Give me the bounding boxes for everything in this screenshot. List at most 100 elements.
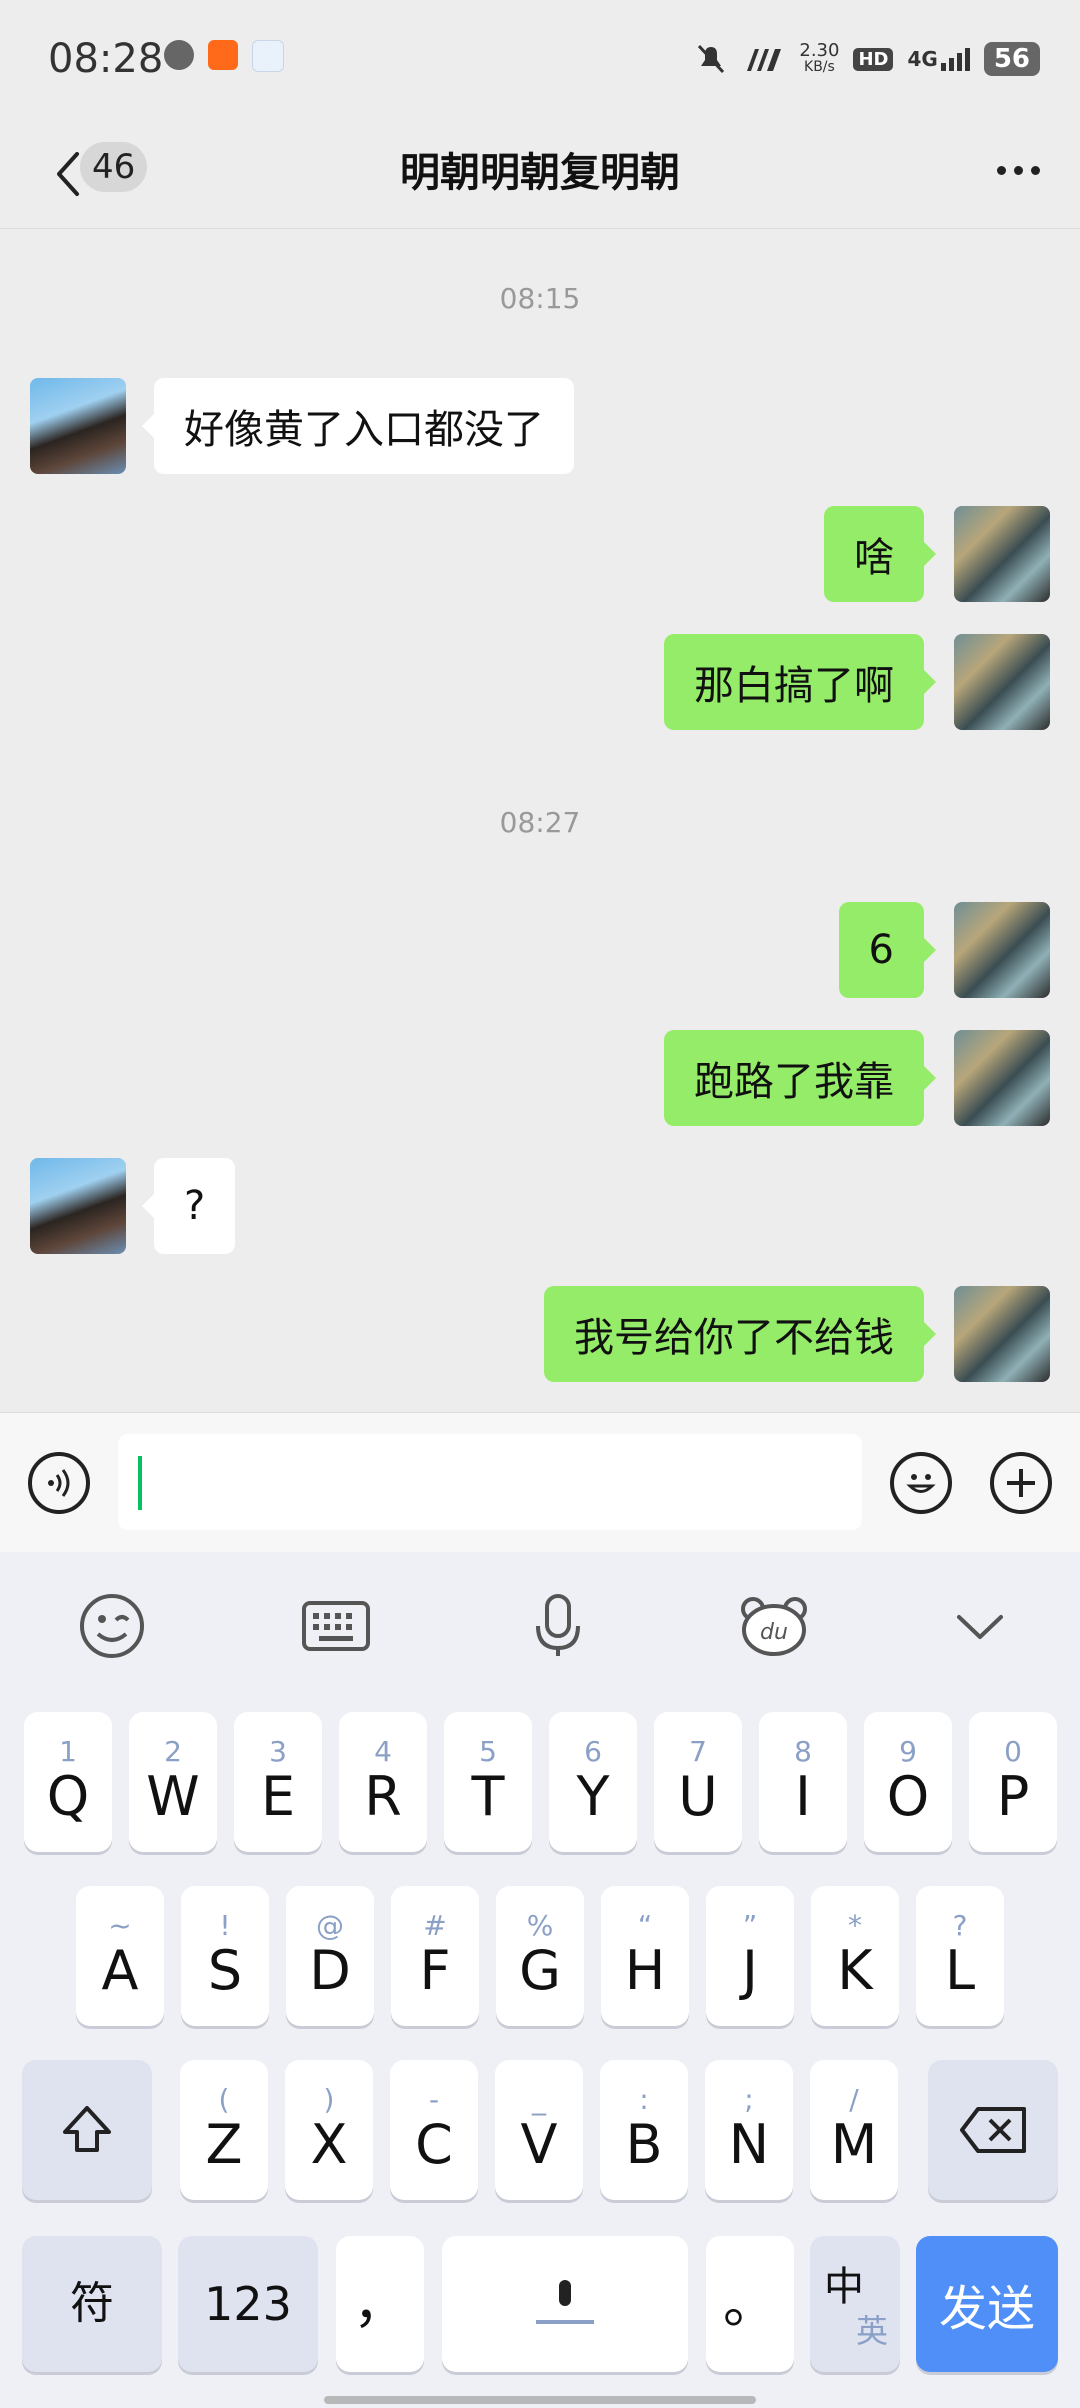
outgoing-message[interactable]: 啥 (824, 506, 936, 602)
shift-key[interactable] (22, 2060, 152, 2200)
dot-icon (1013, 165, 1023, 175)
lang-zh-label: 中 (824, 2264, 864, 2310)
key-secondary-label: % (526, 1909, 554, 1942)
dot-icon (1030, 165, 1040, 175)
key-label: M (830, 2113, 878, 2176)
dot-icon (996, 165, 1006, 175)
more-actions-button[interactable] (990, 1452, 1052, 1514)
outgoing-message[interactable]: 那白搞了啊 (664, 634, 936, 730)
key-h[interactable]: “H (601, 1886, 689, 2026)
numbers-key[interactable]: 123 (178, 2236, 318, 2372)
key-a[interactable]: ~ A (76, 1886, 164, 2026)
backspace-key[interactable] (928, 2060, 1058, 2200)
key-secondary-label: 7 (689, 1735, 707, 1768)
key-m[interactable]: / M (810, 2060, 898, 2200)
keyboard-layout-button[interactable] (296, 1586, 376, 1666)
key-d[interactable]: @ D (286, 1886, 374, 2026)
status-bar: 08:28 2.30 KB/s HD 4G 56 (0, 0, 1080, 120)
timestamp: 08:27 (499, 806, 581, 839)
key-secondary-label: _ (532, 2083, 546, 2116)
key-l[interactable]: ? L (916, 1886, 1004, 2026)
cellular-icon: 4G (907, 47, 970, 71)
key-q[interactable]: 1Q (24, 1712, 112, 1852)
key-v[interactable]: _ V (495, 2060, 583, 2200)
outgoing-message[interactable]: 我号给你了不给钱 (544, 1286, 936, 1382)
key-label: N (728, 2113, 770, 2176)
key-label: J (742, 1939, 758, 2002)
outgoing-message[interactable]: 跑路了我靠 (664, 1030, 936, 1126)
key-k[interactable]: * K (811, 1886, 899, 2026)
more-options-button[interactable] (988, 150, 1048, 190)
language-switch-key[interactable]: 中 英 (810, 2236, 900, 2372)
key-j[interactable]: ” J (706, 1886, 794, 2026)
key-y[interactable]: 6Y (549, 1712, 637, 1852)
key-label: Q (46, 1765, 90, 1828)
my-avatar[interactable] (954, 634, 1050, 730)
key-z[interactable]: (Z (180, 2060, 268, 2200)
key-e[interactable]: 3E (234, 1712, 322, 1852)
key-t[interactable]: 5T (444, 1712, 532, 1852)
my-avatar[interactable] (954, 506, 1050, 602)
collapse-keyboard-button[interactable] (940, 1586, 1020, 1666)
bird-app-icon (252, 40, 284, 72)
period-key[interactable]: 。 (706, 2236, 794, 2372)
chevron-down-icon (957, 1615, 1003, 1639)
space-key[interactable] (442, 2236, 688, 2372)
key-r[interactable]: 4R (339, 1712, 427, 1852)
key-secondary-label: ” (742, 1909, 758, 1942)
key-n[interactable]: ; N (705, 2060, 793, 2200)
key-s[interactable]: ! S (181, 1886, 269, 2026)
incoming-message[interactable]: 好像黄了入口都没了 (142, 378, 574, 474)
contact-avatar[interactable] (30, 378, 126, 474)
message-text-field[interactable] (118, 1434, 862, 1530)
my-avatar[interactable] (954, 1030, 1050, 1126)
my-avatar[interactable] (954, 902, 1050, 998)
send-key[interactable]: 发送 (916, 2236, 1058, 2372)
key-label: V (520, 2113, 558, 2176)
outgoing-message[interactable]: 6 (838, 902, 937, 998)
send-key-label: 发送 (938, 2281, 1035, 2337)
key-label: O (886, 1765, 930, 1828)
home-indicator[interactable] (324, 2396, 756, 2404)
key-g[interactable]: % G (496, 1886, 584, 2026)
key-u[interactable]: 7U (654, 1712, 742, 1852)
key-secondary-label: 3 (269, 1735, 287, 1768)
key-secondary-label: : (639, 2083, 649, 2116)
key-label: A (101, 1939, 139, 2002)
comma-key[interactable]: ， (336, 2236, 424, 2372)
key-o[interactable]: 9O (864, 1712, 952, 1852)
keyboard-voice-button[interactable] (518, 1586, 598, 1666)
contact-avatar[interactable] (30, 1158, 126, 1254)
key-secondary-label: ? (952, 1909, 968, 1942)
key-secondary-label: @ (316, 1909, 344, 1942)
key-b[interactable]: :B (600, 2060, 688, 2200)
text-cursor (138, 1456, 142, 1510)
key-label: U (678, 1765, 718, 1828)
network-type: 4G (907, 47, 938, 71)
lang-en-label: 英 (856, 2312, 889, 2350)
key-f[interactable]: # F (391, 1886, 479, 2026)
my-avatar[interactable] (954, 1286, 1050, 1382)
signal-strength-icon (747, 49, 782, 71)
period-key-label: 。 (723, 2272, 777, 2335)
key-secondary-label: 4 (374, 1735, 392, 1768)
key-w[interactable]: 2W (129, 1712, 217, 1852)
emoji-button[interactable] (890, 1452, 952, 1514)
symbols-key[interactable]: 符 (22, 2236, 162, 2372)
voice-wave-icon (48, 1469, 70, 1497)
key-label: Z (205, 2113, 243, 2176)
key-label: H (624, 1939, 666, 2002)
baidu-bear-button[interactable]: du (734, 1586, 814, 1666)
bear-face-icon: du (741, 1597, 807, 1656)
key-x[interactable]: ) X (285, 2060, 373, 2200)
symbols-key-label: 符 (70, 2278, 114, 2329)
incoming-message[interactable]: ? (141, 1158, 236, 1254)
key-secondary-label: 1 (59, 1735, 77, 1768)
key-secondary-label: 0 (1004, 1735, 1022, 1768)
key-p[interactable]: 0P (969, 1712, 1057, 1852)
voice-input-button[interactable] (28, 1452, 90, 1514)
key-c[interactable]: -C (390, 2060, 478, 2200)
keyboard-emoji-button[interactable] (72, 1586, 152, 1666)
key-secondary-label: 2 (164, 1735, 182, 1768)
key-i[interactable]: 8I (759, 1712, 847, 1852)
